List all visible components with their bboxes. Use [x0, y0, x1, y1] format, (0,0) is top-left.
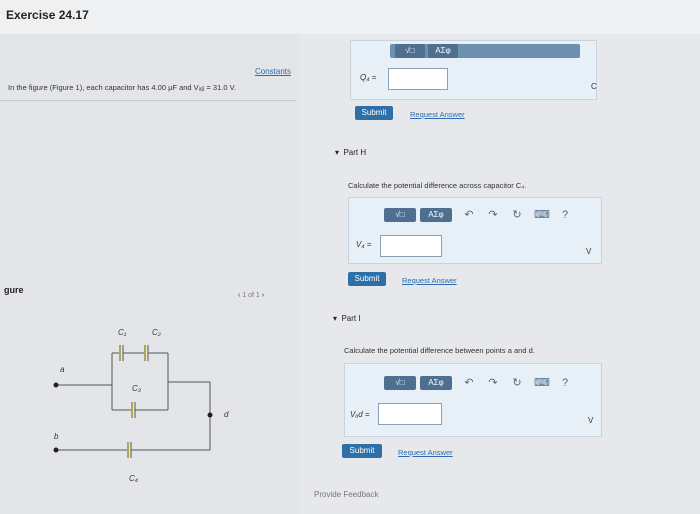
part-h-request-answer-link[interactable]: Request Answer: [402, 276, 457, 285]
part-h-help-icon[interactable]: ?: [558, 208, 572, 222]
part-h-answer-input[interactable]: [380, 235, 442, 257]
label-c2: C₂: [152, 328, 161, 337]
part-h-submit-button[interactable]: Submit: [348, 272, 386, 286]
part-h-templates-button[interactable]: √□: [384, 208, 416, 222]
part-h-symbols-button[interactable]: AΣφ: [420, 208, 452, 222]
part-i-undo-icon[interactable]: ↶: [462, 376, 476, 390]
label-c3: C₃: [132, 384, 141, 393]
part-i-title[interactable]: ▾ Part I: [333, 314, 361, 323]
part-i-request-answer-link[interactable]: Request Answer: [398, 448, 453, 457]
part-g-unit: C: [591, 82, 597, 91]
provide-feedback-link[interactable]: Provide Feedback: [314, 490, 378, 499]
part-g-symbols-button[interactable]: AΣφ: [428, 44, 458, 58]
next-figure-icon[interactable]: ›: [262, 292, 264, 299]
part-i-unit: V: [588, 416, 594, 425]
part-g-templates-button[interactable]: √□: [395, 44, 425, 58]
part-i-templates-button[interactable]: √□: [384, 376, 416, 390]
part-i-redo-icon[interactable]: ↷: [486, 376, 500, 390]
part-h-reset-icon[interactable]: ↻: [510, 208, 524, 222]
constants-link[interactable]: Constants: [255, 67, 291, 76]
label-c1: C₁: [118, 328, 127, 337]
problem-statement: In the figure (Figure 1), each capacitor…: [8, 83, 236, 92]
divider: [0, 100, 296, 101]
part-i-title-text: Part I: [341, 314, 361, 323]
part-g-field-label: Q₄ =: [360, 73, 377, 82]
part-h-question: Calculate the potential difference acros…: [348, 181, 527, 190]
part-h-undo-icon[interactable]: ↶: [462, 208, 476, 222]
part-i-answer-box: [344, 363, 602, 437]
part-i-caret-icon: ▾: [333, 314, 338, 323]
figure-pager[interactable]: ‹ 1 of 1 ›: [238, 292, 264, 299]
part-i-keyboard-icon[interactable]: ⌨: [534, 376, 550, 390]
figure-label: gure: [4, 285, 24, 295]
label-point-d: d: [224, 410, 229, 419]
part-g-request-answer-link[interactable]: Request Answer: [410, 110, 465, 119]
part-i-field-label: Vₐd =: [350, 410, 370, 419]
circuit-diagram: [53, 345, 213, 458]
part-g-answer-input[interactable]: [388, 68, 448, 90]
part-i-question: Calculate the potential difference betwe…: [344, 346, 535, 355]
part-i-submit-button[interactable]: Submit: [342, 444, 382, 458]
part-h-title-text: Part H: [343, 148, 367, 157]
figure-pager-text: 1 of 1: [242, 292, 260, 299]
label-c4: C₄: [129, 474, 138, 483]
part-h-caret-icon: ▾: [335, 148, 340, 157]
part-h-keyboard-icon[interactable]: ⌨: [534, 208, 550, 222]
part-i-help-icon[interactable]: ?: [558, 376, 572, 390]
part-i-answer-input[interactable]: [378, 403, 442, 425]
top-bar: [0, 0, 700, 35]
part-h-redo-icon[interactable]: ↷: [486, 208, 500, 222]
part-i-symbols-button[interactable]: AΣφ: [420, 376, 452, 390]
page-title: Exercise 24.17: [6, 8, 89, 22]
label-point-b: b: [54, 432, 59, 441]
part-h-unit: V: [586, 247, 592, 256]
part-h-field-label: V₄ =: [356, 240, 372, 249]
prev-figure-icon[interactable]: ‹: [238, 292, 240, 299]
part-h-title[interactable]: ▾ Part H: [335, 148, 366, 157]
part-i-reset-icon[interactable]: ↻: [510, 376, 524, 390]
label-point-a: a: [60, 365, 65, 374]
part-g-submit-button[interactable]: Submit: [355, 106, 393, 120]
